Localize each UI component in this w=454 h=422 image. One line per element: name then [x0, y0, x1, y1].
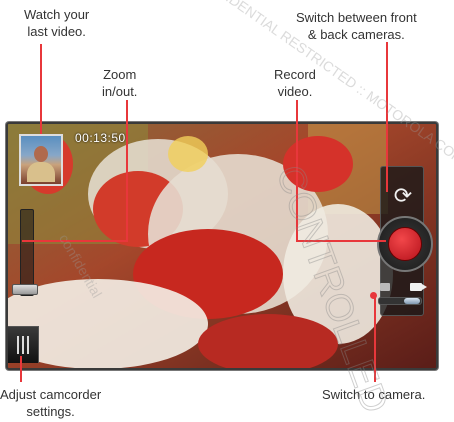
switch-camera-button[interactable]: ⟳ [386, 179, 420, 213]
callout-line-switch-to-camera [374, 296, 376, 382]
viewfinder-scene [8, 124, 436, 368]
settings-button[interactable] [8, 326, 39, 363]
callout-dot [370, 292, 377, 299]
camera-mode-toggle[interactable] [380, 280, 427, 294]
callout-line-record [296, 100, 298, 242]
zoom-slider-track[interactable] [20, 209, 34, 296]
record-button-ring[interactable] [377, 216, 433, 272]
callout-adjust-settings: Adjust camcorder settings. [0, 387, 102, 419]
callout-watch-last-video: Watch your last video. [24, 7, 90, 39]
callout-line-switch [386, 42, 388, 192]
settings-bars-icon [27, 336, 29, 354]
callout-line-watch-video [40, 44, 42, 134]
thumbnail-shirt [27, 162, 55, 182]
callout-switch-cameras: Switch between front & back cameras. [296, 10, 417, 42]
callout-record: Record video. [274, 67, 316, 99]
camera-icon [380, 283, 390, 291]
thumbnail-face [34, 146, 48, 162]
last-video-thumbnail[interactable] [19, 134, 63, 186]
record-icon[interactable] [388, 227, 422, 261]
mode-switch-knob [404, 298, 420, 304]
settings-bars-icon [17, 336, 19, 354]
callout-line-zoom [126, 100, 128, 242]
callout-switch-to-camera: Switch to camera. [322, 387, 426, 402]
video-icon [410, 283, 427, 291]
zoom-slider-handle[interactable] [12, 284, 38, 295]
callout-line-adjust [20, 356, 22, 382]
recording-timer: 00:13:50 [75, 131, 126, 145]
settings-bars-icon [22, 336, 24, 354]
mode-switch-slider[interactable] [378, 297, 422, 305]
callout-line-zoom-h [22, 240, 128, 242]
switch-camera-icon: ⟳ [393, 183, 413, 208]
callout-zoom: Zoom in/out. [102, 67, 138, 99]
callout-line-record-h [296, 240, 386, 242]
